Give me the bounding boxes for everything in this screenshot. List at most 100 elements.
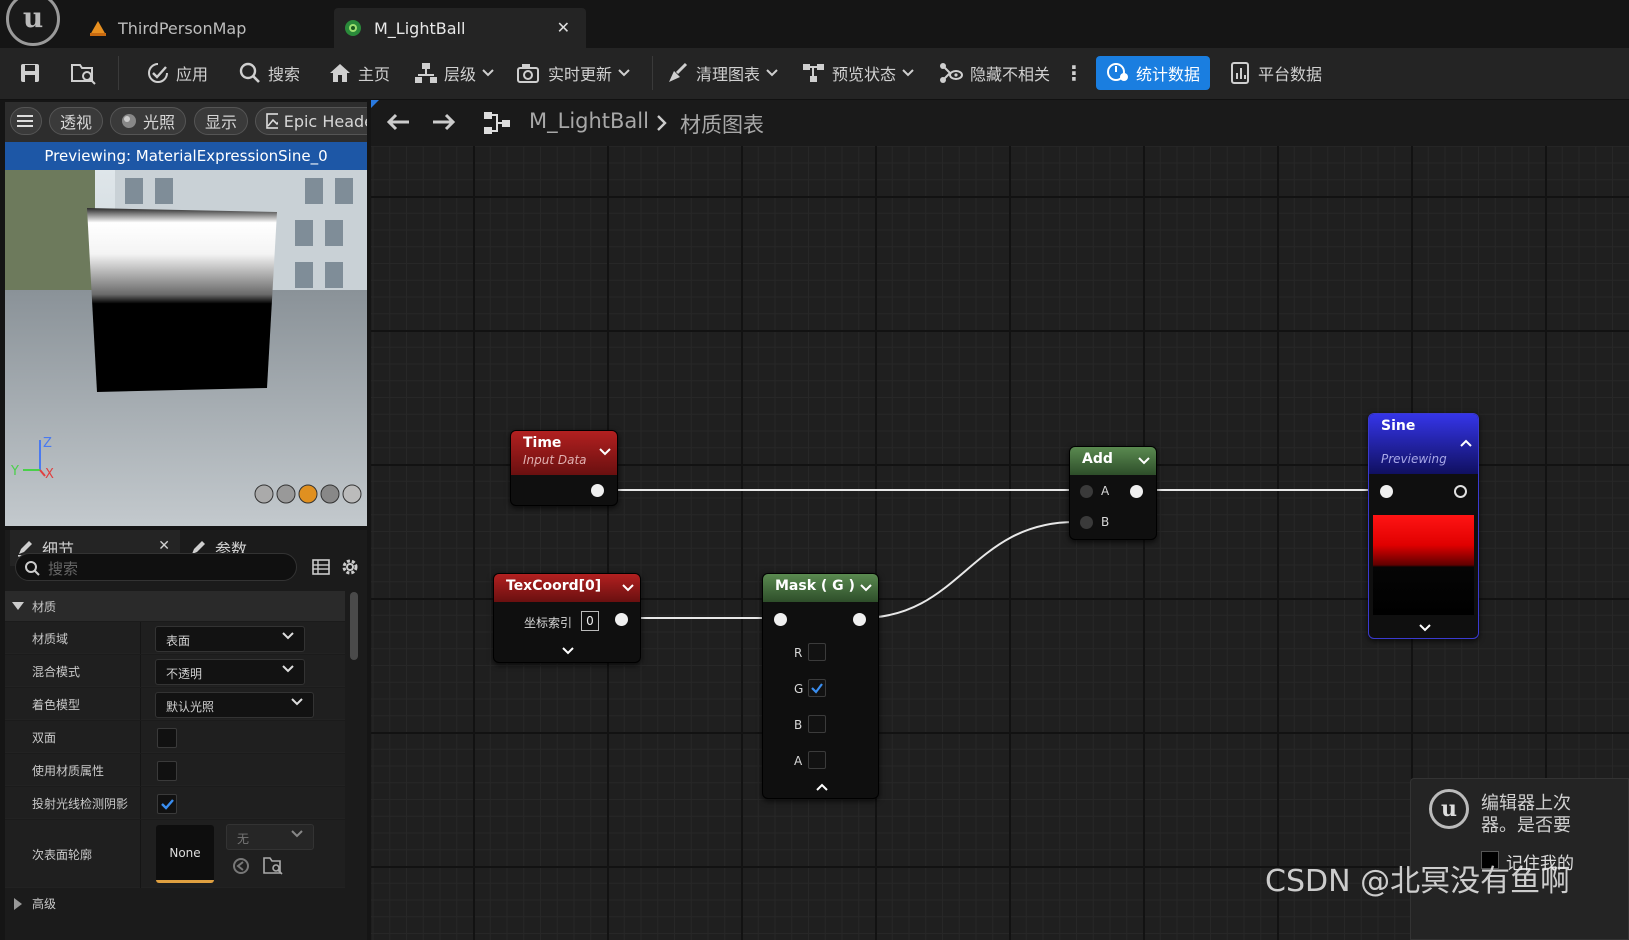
input-pin[interactable] (1380, 485, 1393, 498)
section-advanced-header[interactable]: 高级 (5, 890, 345, 920)
more-options-icon[interactable]: ⋮ (1064, 48, 1084, 98)
node-time[interactable]: Time Input Data (510, 430, 618, 506)
stats-button[interactable]: 统计数据 (1096, 56, 1211, 90)
material-domain-row: 材质域 表面 (5, 622, 345, 654)
row-divider (140, 622, 141, 654)
notification-text-line2: 器。是否要 (1481, 815, 1571, 836)
hdri-button[interactable]: Epic Heade (255, 107, 367, 135)
input-pin[interactable] (774, 613, 787, 626)
chevron-down-icon (902, 69, 914, 77)
use-selected-icon[interactable] (231, 856, 251, 876)
preview-shape-selector[interactable] (254, 484, 362, 504)
row-label: 双面 (32, 731, 57, 745)
axis-y-label: Y (10, 464, 19, 479)
chevron-down-icon (618, 69, 630, 77)
output-pin[interactable] (1130, 485, 1143, 498)
expand-chevron-icon[interactable] (1419, 623, 1431, 633)
lighting-button[interactable]: 光照 (110, 107, 187, 135)
collapse-chevron-icon[interactable] (622, 583, 634, 593)
blend-mode-dropdown[interactable]: 不透明 (155, 659, 305, 685)
live-update-dropdown[interactable]: 实时更新 (516, 48, 630, 98)
row-divider (140, 688, 141, 720)
search-button[interactable]: 搜索 (238, 48, 300, 98)
tab-thirdpersonmap[interactable]: ThirdPersonMap (80, 8, 330, 48)
sine-preview-swatch (1373, 515, 1474, 615)
channel-label: A (794, 754, 803, 768)
dropdown-value: 不透明 (166, 667, 203, 681)
two-sided-checkbox[interactable] (157, 728, 177, 748)
viewport-menu-button[interactable] (10, 107, 42, 135)
node-title: TexCoord[0] (506, 578, 602, 594)
main-toolbar: 应用 搜索 主页 层级 实时更新 清理图表 预览状态 隐藏不相关 ⋮ 统计数据 (0, 48, 1629, 100)
node-mask[interactable]: Mask ( G ) R G B A (762, 573, 879, 799)
broom-icon (669, 62, 688, 82)
clean-graph-dropdown[interactable]: 清理图表 (666, 48, 778, 98)
search-icon (25, 561, 40, 576)
save-button[interactable] (18, 48, 42, 98)
browse-button[interactable] (70, 48, 98, 98)
subsurface-profile-dropdown[interactable]: 无 (226, 824, 314, 850)
row-divider (140, 721, 141, 753)
cast-ray-traced-shadows-checkbox[interactable] (157, 794, 177, 814)
preview-scene: Z Y X (5, 170, 367, 526)
apply-icon (148, 63, 168, 83)
channel-r-checkbox[interactable] (808, 643, 826, 661)
material-domain-dropdown[interactable]: 表面 (155, 626, 305, 652)
axis-x-label: X (45, 467, 54, 482)
use-material-attributes-row: 使用材质属性 (5, 754, 345, 786)
use-material-attributes-checkbox[interactable] (157, 761, 177, 781)
map-icon (90, 21, 106, 36)
output-pin[interactable] (1454, 485, 1467, 498)
tab-m-lightball[interactable]: M_LightBall ✕ (334, 8, 586, 48)
axis-z-label: Z (43, 436, 52, 451)
show-button[interactable]: 显示 (194, 107, 249, 135)
section-title: 材质 (32, 600, 57, 614)
gear-icon[interactable] (340, 557, 360, 577)
collapse-up-chevron-icon[interactable] (1460, 438, 1472, 448)
output-pin[interactable] (591, 484, 604, 497)
node-sine[interactable]: Sine Previewing (1368, 413, 1479, 639)
row-label: 着色模型 (32, 698, 81, 712)
details-panel: 细节 ✕ 参数 搜索 材质 材质域 表面 混合模式 不透明 着色模型 默认光照 … (5, 530, 367, 940)
hierarchy-dropdown[interactable]: 层级 (414, 48, 494, 98)
browse-asset-icon[interactable] (262, 855, 284, 875)
stats-label: 统计数据 (1136, 65, 1201, 84)
output-pin[interactable] (853, 613, 866, 626)
close-tab-icon[interactable]: ✕ (557, 18, 570, 37)
shading-model-dropdown[interactable]: 默认光照 (155, 692, 314, 718)
hide-unrelated-button[interactable]: 隐藏不相关 (938, 48, 1050, 98)
platform-stats-icon (1231, 62, 1249, 84)
home-button[interactable]: 主页 (328, 48, 390, 98)
output-pin[interactable] (615, 613, 628, 626)
node-add[interactable]: Add A B (1069, 446, 1157, 540)
material-preview-viewport[interactable]: 透视 光照 显示 Epic Heade Previewing: Material… (5, 102, 367, 526)
channel-g-checkbox[interactable] (808, 679, 826, 697)
coordinate-index-input[interactable]: 0 (581, 611, 599, 631)
collapse-up-chevron-icon[interactable] (816, 782, 828, 792)
perspective-button[interactable]: 透视 (49, 107, 104, 135)
collapse-chevron-icon[interactable] (860, 583, 872, 593)
platform-stats-button[interactable]: 平台数据 (1230, 48, 1322, 98)
collapse-chevron-icon[interactable] (599, 447, 611, 457)
input-pin-a[interactable] (1080, 485, 1093, 498)
chevron-down-icon (482, 69, 494, 77)
collapse-chevron-icon[interactable] (1138, 456, 1150, 466)
section-material-header[interactable]: 材质 (5, 591, 345, 621)
view-options-icon[interactable] (312, 558, 330, 576)
close-icon[interactable]: ✕ (158, 538, 170, 554)
expand-chevron-icon[interactable] (562, 646, 574, 656)
channel-b-checkbox[interactable] (808, 715, 826, 733)
preview-state-dropdown[interactable]: 预览状态 (802, 48, 914, 98)
live-update-label: 实时更新 (548, 65, 613, 84)
unreal-logo[interactable]: u (6, 0, 60, 46)
details-search-input[interactable]: 搜索 (15, 553, 297, 581)
unreal-logo-icon: u (1429, 789, 1469, 829)
apply-button[interactable]: 应用 (146, 48, 208, 98)
subsurface-profile-thumbnail[interactable]: None (156, 825, 214, 883)
chevron-right-icon (14, 898, 22, 910)
channel-a-checkbox[interactable] (808, 751, 826, 769)
node-texcoord[interactable]: TexCoord[0] 坐标索引 0 (493, 573, 641, 663)
tab-label: ThirdPersonMap (118, 18, 247, 38)
input-pin-b[interactable] (1080, 516, 1093, 529)
details-scrollbar[interactable] (350, 592, 358, 660)
